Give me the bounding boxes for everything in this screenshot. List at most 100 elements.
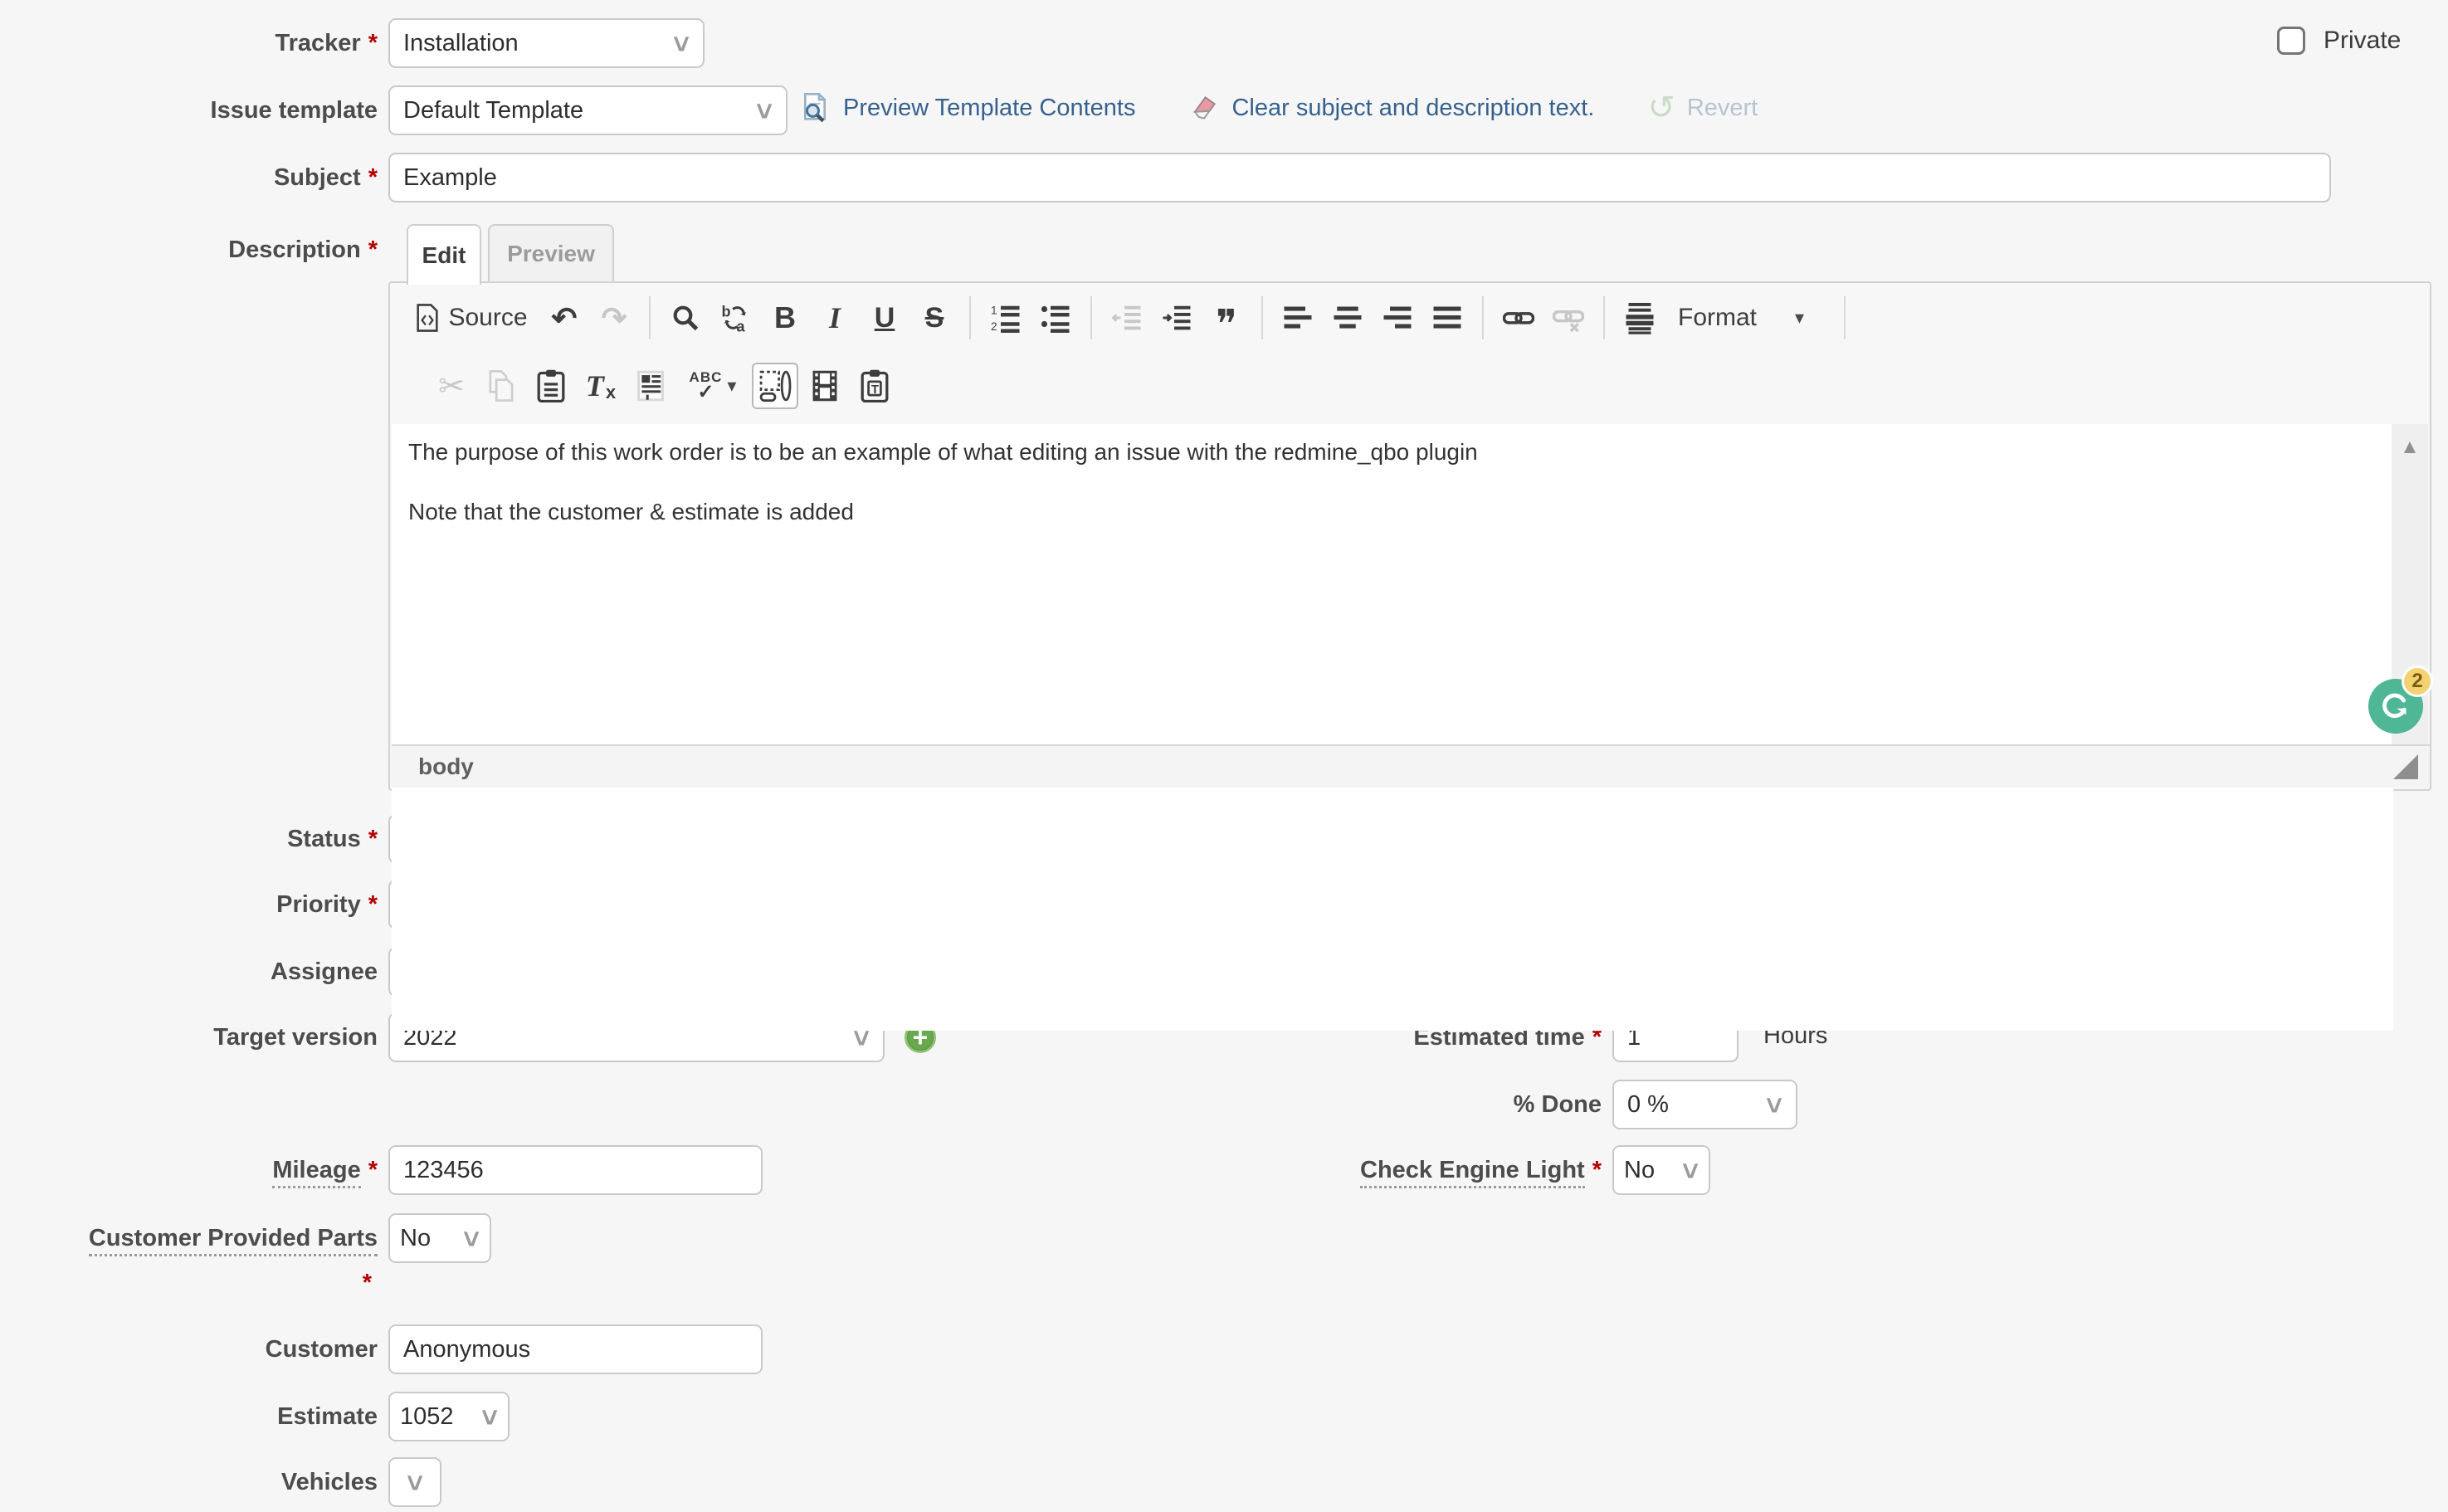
issue-template-select[interactable]: Default Template ˅ xyxy=(388,85,788,135)
format-dropdown[interactable]: Format ▾ xyxy=(1666,295,1832,341)
outdent-icon xyxy=(1104,295,1150,341)
italic-icon[interactable]: I xyxy=(812,295,858,341)
vehicles-select[interactable]: ˅ xyxy=(388,1457,441,1507)
chevron-down-icon: ˅ xyxy=(1682,1158,1699,1186)
undo-icon[interactable]: ↶ xyxy=(541,295,588,341)
svg-text:b: b xyxy=(722,304,731,320)
check-engine-light-value: No xyxy=(1624,1157,1655,1184)
customer-input[interactable]: Anonymous xyxy=(388,1324,763,1374)
editor-element-path: body xyxy=(392,744,2430,788)
private-group: Private xyxy=(2277,27,2401,55)
toolbar-separator xyxy=(1482,296,1484,339)
select-all-icon[interactable] xyxy=(752,363,798,409)
description-textarea[interactable]: The purpose of this work order is to be … xyxy=(392,424,2393,1031)
line-height-icon[interactable] xyxy=(1617,295,1663,341)
mileage-label-text: Mileage xyxy=(272,1157,360,1188)
copy-icon xyxy=(478,363,524,409)
templates-icon[interactable] xyxy=(627,363,674,409)
remove-format-x-glyph: x xyxy=(606,382,616,403)
customer-provided-parts-select[interactable]: No ˅ xyxy=(388,1213,491,1263)
element-path-body[interactable]: body xyxy=(418,754,474,780)
assignee-label-text: Assignee xyxy=(271,958,378,985)
preview-document-icon xyxy=(798,91,831,124)
percent-done-select[interactable]: 0 % ˅ xyxy=(1612,1080,1797,1129)
toolbar-separator xyxy=(1261,296,1263,339)
remove-format-icon[interactable]: Tx xyxy=(578,363,624,409)
source-button-label: Source xyxy=(448,304,527,332)
required-asterisk: * xyxy=(368,1157,378,1183)
required-asterisk: * xyxy=(363,1270,372,1296)
underline-glyph: U xyxy=(875,302,895,334)
customer-label-text: Customer xyxy=(266,1336,378,1363)
assignee-label: Assignee xyxy=(0,957,378,987)
tracker-label: Tracker* xyxy=(0,28,378,58)
numbered-list-icon[interactable]: 1 2 xyxy=(983,295,1029,341)
subject-input[interactable]: Example xyxy=(388,153,2331,202)
percent-done-label-text: % Done xyxy=(1514,1091,1602,1118)
description-line-2: Note that the customer & estimate is add… xyxy=(408,497,2377,527)
strikethrough-icon[interactable]: S xyxy=(911,295,958,341)
svg-text:1: 1 xyxy=(991,305,997,317)
description-label-text: Description xyxy=(228,237,361,263)
source-doc-icon xyxy=(415,304,440,332)
redo-icon: ↷ xyxy=(591,295,637,341)
link-icon[interactable] xyxy=(1495,295,1542,341)
paste-icon[interactable] xyxy=(528,363,574,409)
tracker-select[interactable]: Installation ˅ xyxy=(388,18,705,68)
mileage-input[interactable]: 123456 xyxy=(388,1145,763,1195)
cut-icon: ✂ xyxy=(428,363,475,409)
customer-provided-parts-label: Customer Provided Parts xyxy=(0,1223,378,1253)
undo-glyph: ↶ xyxy=(551,303,577,334)
clear-subject-description-link[interactable]: Clear subject and description text. xyxy=(1231,95,1594,122)
dropdown-caret-icon: ▾ xyxy=(727,375,736,397)
remove-format-t-glyph: T xyxy=(586,368,604,403)
bold-icon[interactable]: B xyxy=(762,295,808,341)
underline-icon[interactable]: U xyxy=(861,295,908,341)
issue-template-value: Default Template xyxy=(403,97,583,124)
vehicles-label-text: Vehicles xyxy=(281,1469,378,1495)
find-icon[interactable] xyxy=(662,295,709,341)
issue-edit-form: Tracker* Installation ˅ Private Issue te… xyxy=(0,0,2448,1512)
chevron-down-icon: ˅ xyxy=(673,31,690,59)
status-label: Status * xyxy=(0,824,378,854)
spellcheck-icon[interactable]: ABC✓ ▾ xyxy=(677,363,749,409)
description-label: Description* xyxy=(0,235,378,265)
cut-glyph: ✂ xyxy=(438,368,465,405)
check-engine-light-select[interactable]: No ˅ xyxy=(1612,1145,1710,1195)
source-button[interactable]: Source xyxy=(405,295,538,341)
preview-template-link[interactable]: Preview Template Contents xyxy=(843,95,1135,122)
estimate-select[interactable]: 1052 ˅ xyxy=(388,1392,510,1441)
align-right-icon[interactable] xyxy=(1374,295,1421,341)
chevron-down-icon: ˅ xyxy=(1766,1092,1782,1120)
indent-icon[interactable] xyxy=(1153,295,1200,341)
blockquote-icon[interactable]: ❞ xyxy=(1203,295,1250,341)
tab-preview[interactable]: Preview xyxy=(488,224,614,283)
chevron-down-icon: ˅ xyxy=(481,1404,498,1432)
revert-link: Revert xyxy=(1687,95,1758,122)
required-asterisk: * xyxy=(368,826,378,852)
estimate-label-text: Estimate xyxy=(277,1403,378,1430)
template-actions: Preview Template Contents Clear subject … xyxy=(798,91,1758,124)
toolbar-separator xyxy=(649,296,651,339)
paste-as-text-icon[interactable]: T xyxy=(851,363,898,409)
check-engine-light-label-text: Check Engine Light xyxy=(1360,1157,1585,1188)
bulleted-list-icon[interactable] xyxy=(1032,295,1079,341)
customer-provided-parts-value: No xyxy=(400,1225,431,1252)
status-label-text: Status xyxy=(287,826,361,852)
description-line-1: The purpose of this work order is to be … xyxy=(408,437,2377,467)
tracker-value: Installation xyxy=(403,30,519,57)
private-checkbox[interactable] xyxy=(2277,27,2305,55)
media-embed-icon[interactable] xyxy=(802,363,848,409)
align-center-icon[interactable] xyxy=(1324,295,1371,341)
replace-icon[interactable]: b a xyxy=(712,295,758,341)
mileage-value: 123456 xyxy=(403,1157,484,1184)
quote-glyph: ❞ xyxy=(1216,317,1237,333)
strike-glyph: S xyxy=(925,302,944,334)
target-version-label: Target version xyxy=(0,1022,378,1052)
align-left-icon[interactable] xyxy=(1275,295,1321,341)
resize-handle-icon[interactable] xyxy=(2393,754,2418,779)
issue-template-label-text: Issue template xyxy=(211,97,378,124)
justify-icon[interactable] xyxy=(1424,295,1470,341)
toolbar-separator xyxy=(1603,296,1605,339)
tab-edit[interactable]: Edit xyxy=(407,224,481,285)
